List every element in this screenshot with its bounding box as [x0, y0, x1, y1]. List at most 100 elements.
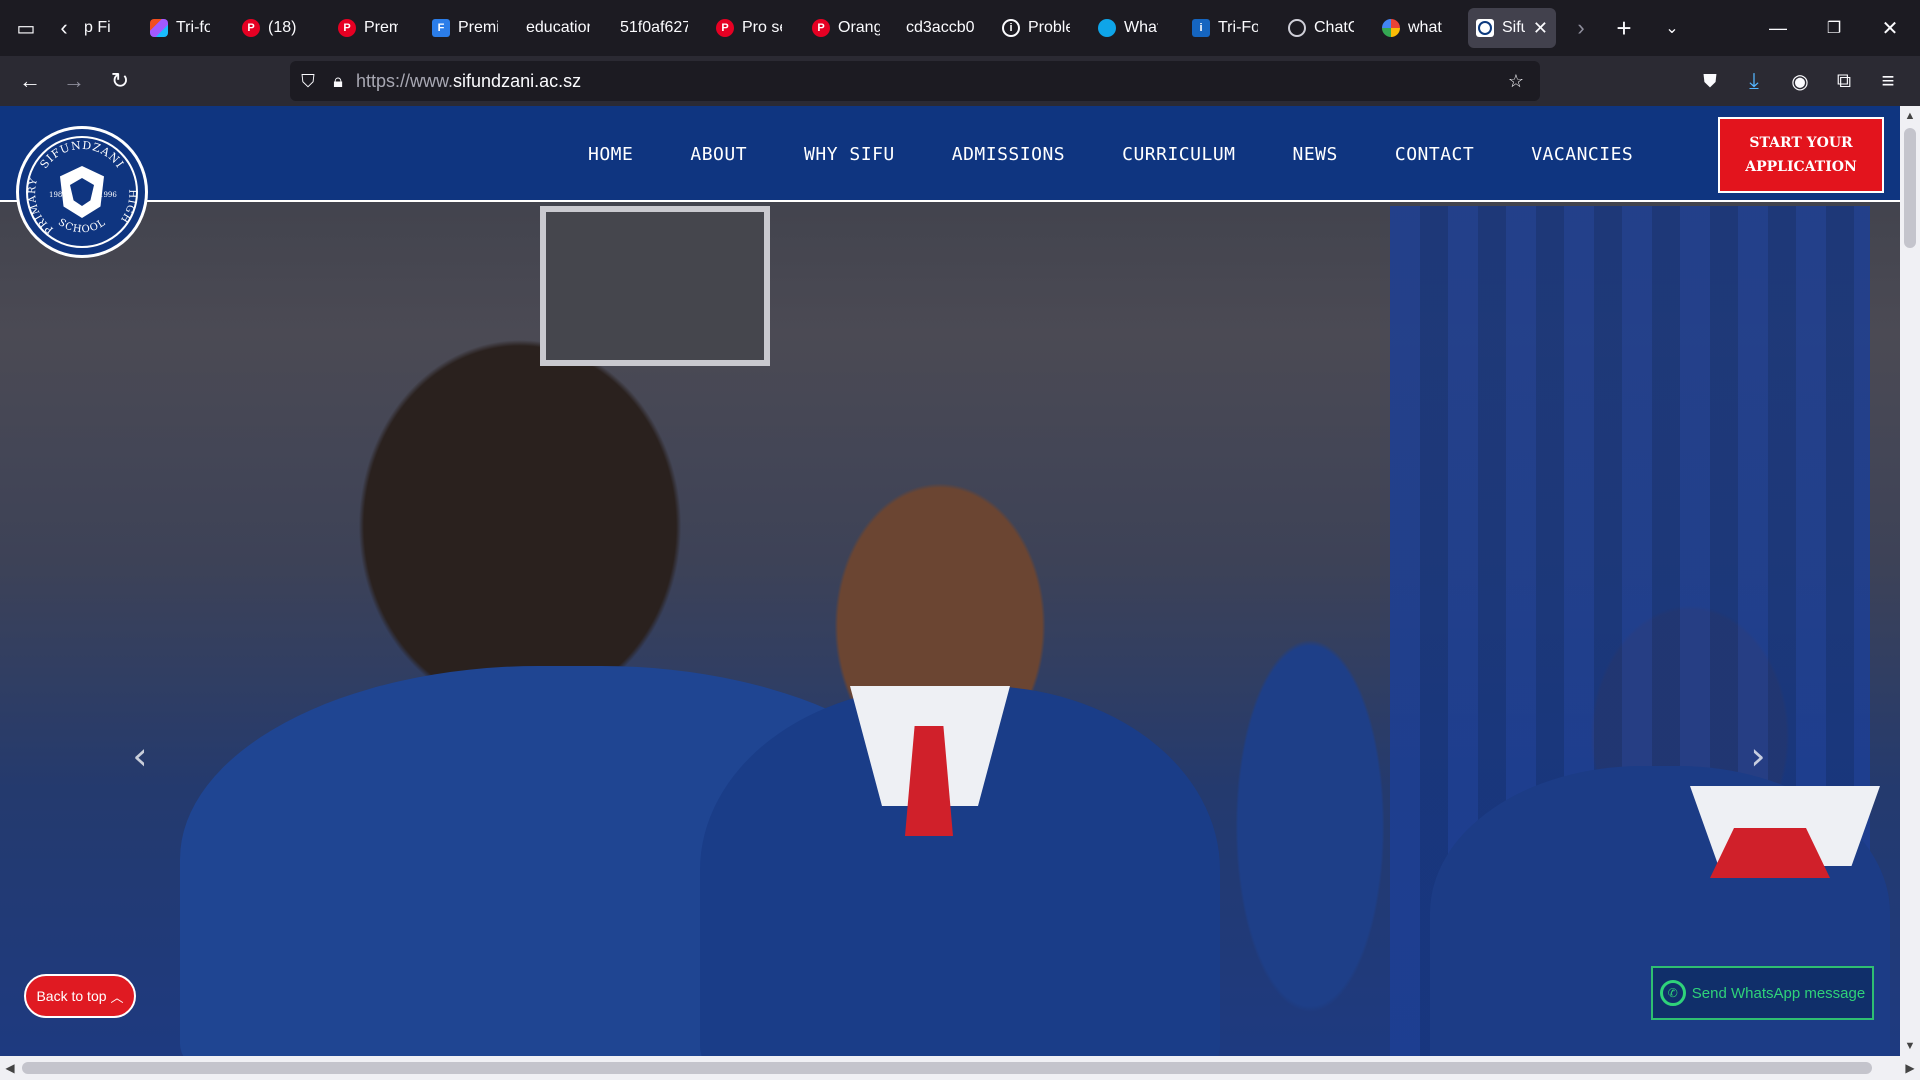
scroll-down-arrow-icon[interactable]: ▼ [1900, 1036, 1920, 1056]
scroll-tabs-left-icon[interactable]: ‹ [52, 0, 76, 56]
tab-label: Premi [364, 19, 398, 36]
start-application-button[interactable]: START YOUR APPLICATION [1718, 117, 1884, 193]
sifundzani-icon [1476, 19, 1494, 37]
browser-tab[interactable]: What [1090, 8, 1166, 48]
lock-icon[interactable]: 🔒︎ [326, 61, 350, 101]
browser-tab[interactable]: ChatG [1280, 8, 1362, 48]
svg-text:SCHOOL: SCHOOL [56, 217, 108, 235]
nav-admissions[interactable]: ADMISSIONS [952, 144, 1065, 165]
tab-label: p Fi [84, 19, 111, 36]
url-text[interactable]: https://www.sifundzani.ac.sz [356, 71, 581, 92]
pinterest-icon: P [812, 19, 830, 37]
browser-tab-strip: ▭ ‹ p Fi Tri-fol P (18) Pi P Premi F Pre… [0, 0, 1920, 56]
tab-list-icon[interactable]: ▭ [4, 0, 48, 56]
close-window-icon[interactable]: ✕ [1868, 0, 1912, 56]
forward-arrow-icon[interactable]: → [52, 56, 96, 106]
pinterest-icon: P [242, 19, 260, 37]
hero-background-board [540, 206, 770, 366]
whatsapp-label: Send WhatsApp message [1691, 984, 1866, 1002]
carousel-next-arrow-icon[interactable]: › [1738, 726, 1778, 786]
back-arrow-icon[interactable]: ← [8, 56, 52, 106]
tab-label: (18) Pi [268, 19, 302, 36]
downloads-icon[interactable]: ⤓ [1732, 56, 1776, 106]
url-prefix: https://www. [356, 70, 454, 91]
close-tab-icon[interactable]: ✕ [1533, 18, 1548, 39]
bookmark-star-icon[interactable]: ☆ [1498, 61, 1534, 101]
browser-tab[interactable]: F Premi [424, 8, 506, 48]
tab-label: Proble [1028, 19, 1070, 36]
whatsapp-button[interactable]: ✆ Send WhatsApp message [1651, 966, 1874, 1020]
svg-text:HIGH: HIGH [118, 189, 138, 225]
browser-tab[interactable]: p Fi [76, 8, 122, 48]
svg-text:PRIMARY: PRIMARY [27, 177, 56, 236]
horizontal-scrollbar[interactable]: ◀ ▶ [0, 1056, 1920, 1080]
browser-toolbar: ← → ↻ ⛉ 🔒︎ https://www.sifundzani.ac.sz … [0, 56, 1920, 106]
nav-contact[interactable]: CONTACT [1395, 144, 1474, 165]
nav-news[interactable]: NEWS [1293, 144, 1338, 165]
tab-label: Tri-fol [176, 19, 210, 36]
browser-tab-active[interactable]: Sifu ✕ [1468, 8, 1556, 48]
browser-tab[interactable]: 51f0af627 [612, 8, 696, 48]
nav-home[interactable]: HOME [588, 144, 633, 165]
tab-label: Pro se [742, 19, 782, 36]
back-to-top-label: Back to top [36, 988, 107, 1004]
chevron-down-icon[interactable]: ⌄ [1652, 0, 1692, 56]
document-icon: F [432, 19, 450, 37]
browser-tab[interactable]: Tri-fol [142, 8, 218, 48]
logo-text-right: HIGH [118, 189, 137, 225]
shield-icon[interactable]: ⛉ [290, 61, 326, 101]
browser-tab[interactable]: what [1374, 8, 1454, 48]
scroll-up-arrow-icon[interactable]: ▲ [1900, 106, 1920, 126]
scroll-tabs-right-icon[interactable]: › [1566, 0, 1596, 56]
info-blue-icon: i [1192, 19, 1210, 37]
tab-label: 51f0af627 [620, 19, 688, 36]
website-viewport: HOME ABOUT WHY SIFU ADMISSIONS CURRICULU… [0, 106, 1900, 1056]
tab-label: What [1124, 19, 1158, 36]
tab-label: Tri-Fol [1218, 19, 1258, 36]
address-bar[interactable]: ⛉ 🔒︎ https://www.sifundzani.ac.sz ☆ [290, 61, 1540, 101]
info-icon: i [1002, 19, 1020, 37]
browser-tab[interactable]: education [518, 8, 598, 48]
browser-tab[interactable]: P Orang [804, 8, 888, 48]
restore-window-icon[interactable]: ❐ [1812, 0, 1856, 56]
browser-tab[interactable]: i Tri-Fol [1184, 8, 1266, 48]
horizontal-scrollbar-thumb[interactable] [22, 1062, 1872, 1074]
logo-text-left: PRIMARY [27, 177, 55, 236]
back-to-top-button[interactable]: Back to top ︿ [24, 974, 136, 1018]
account-icon[interactable]: ◉ [1778, 56, 1822, 106]
browser-tab[interactable]: i Proble [994, 8, 1078, 48]
ai-assistant-icon [1098, 19, 1116, 37]
carousel-prev-arrow-icon[interactable]: ‹ [120, 726, 160, 786]
vertical-scrollbar-thumb[interactable] [1904, 128, 1916, 248]
scroll-left-arrow-icon[interactable]: ◀ [0, 1056, 20, 1080]
google-icon [1382, 19, 1400, 37]
browser-tab[interactable]: P (18) Pi [234, 8, 310, 48]
reload-icon[interactable]: ↻ [98, 56, 142, 106]
browser-tab[interactable]: P Pro se [708, 8, 790, 48]
tab-label: ChatG [1314, 19, 1354, 36]
logo-text-bottom: SCHOOL [56, 217, 107, 235]
new-tab-icon[interactable]: + [1604, 0, 1644, 56]
browser-tab[interactable]: cd3accb0 [898, 8, 982, 48]
chatgpt-icon [1288, 19, 1306, 37]
scroll-right-arrow-icon[interactable]: ▶ [1900, 1056, 1920, 1080]
tab-label: what [1408, 19, 1442, 36]
main-navigation: HOME ABOUT WHY SIFU ADMISSIONS CURRICULU… [588, 106, 1633, 202]
browser-tab[interactable]: P Premi [330, 8, 406, 48]
menu-icon[interactable]: ≡ [1866, 56, 1910, 106]
school-logo[interactable]: SIFUNDZANI PRIMARY HIGH SCHOOL 1981 1996 [16, 126, 148, 258]
tab-label: Premi [458, 19, 498, 36]
tab-label: cd3accb0 [906, 19, 974, 36]
pocket-icon[interactable]: ⛊ [1688, 56, 1732, 106]
nav-curriculum[interactable]: CURRICULUM [1122, 144, 1235, 165]
nav-vacancies[interactable]: VACANCIES [1531, 144, 1633, 165]
url-domain: sifundzani.ac.sz [453, 70, 582, 91]
vertical-scrollbar[interactable]: ▲ ▼ [1900, 106, 1920, 1056]
minimize-window-icon[interactable]: — [1756, 0, 1800, 56]
chevron-up-icon: ︿ [110, 989, 124, 1005]
pinterest-icon: P [338, 19, 356, 37]
pinterest-icon: P [716, 19, 734, 37]
nav-about[interactable]: ABOUT [690, 144, 747, 165]
nav-why-sifu[interactable]: WHY SIFU [804, 144, 895, 165]
extensions-icon[interactable]: ⧉ [1822, 56, 1866, 106]
